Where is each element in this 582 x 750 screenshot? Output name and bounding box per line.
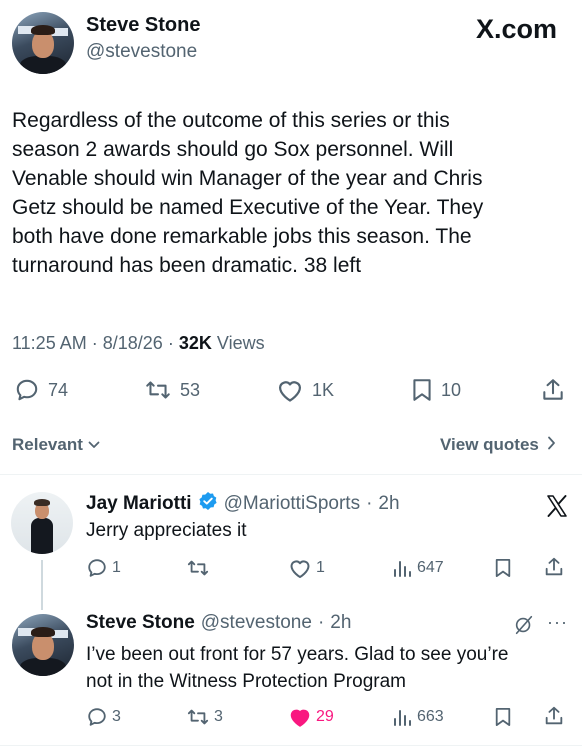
tweet-meta: 11:25 AM · 8/18/26 · 32K Views: [12, 333, 265, 354]
tweet-text-line: season 2 awards should go Sox personnel.…: [12, 138, 454, 161]
reply-count: 3: [112, 708, 121, 725]
reply-button[interactable]: 1: [86, 557, 121, 579]
views-count: 663: [417, 708, 444, 725]
bookmark-icon: [411, 377, 433, 403]
divider: [0, 745, 582, 746]
tweet-date[interactable]: 8/18/26: [103, 333, 163, 353]
share-icon: [543, 556, 565, 578]
repost-count: 3: [214, 708, 223, 725]
bookmark-icon: [494, 706, 512, 728]
view-quotes-label: View quotes: [440, 435, 539, 454]
bookmark-button[interactable]: 10: [411, 377, 461, 403]
divider: [0, 474, 582, 475]
views-count: 647: [417, 559, 444, 576]
heart-filled-icon: [288, 706, 312, 728]
repost-icon: [186, 557, 210, 579]
reply-text: Jerry appreciates it: [86, 520, 247, 541]
meta-separator: ·: [167, 333, 174, 353]
tweet-text-line: Getz should be named Executive of the Ye…: [12, 196, 484, 219]
reply-author-name[interactable]: Steve Stone: [86, 612, 195, 634]
author-handle[interactable]: @stevestone: [86, 41, 197, 63]
reply-text: I’ve been out front for 57 years. Glad t…: [86, 641, 576, 695]
chevron-right-icon: [547, 435, 556, 455]
x-logo: X.com: [476, 14, 558, 44]
meta-separator: ·: [317, 612, 325, 633]
reply-age[interactable]: 2h: [330, 612, 351, 634]
author-name[interactable]: Steve Stone: [86, 14, 200, 37]
repost-button[interactable]: 53: [144, 377, 200, 403]
reply-age[interactable]: 2h: [378, 493, 399, 515]
views-button[interactable]: 663: [392, 706, 444, 728]
repost-button[interactable]: 3: [186, 706, 223, 728]
heart-icon: [276, 377, 304, 403]
more-options-icon[interactable]: ···: [547, 612, 568, 633]
chevron-down-icon: [88, 435, 100, 455]
reply-icon: [14, 377, 40, 403]
reply-header: Steve Stone @stevestone · 2h: [86, 612, 351, 634]
reply-text-line: not in the Witness Protection Program: [86, 671, 406, 692]
reply-button[interactable]: 74: [14, 377, 68, 403]
like-button[interactable]: 1: [288, 557, 325, 579]
bookmark-icon: [494, 557, 512, 579]
like-button[interactable]: 29: [288, 706, 334, 728]
bookmark-button[interactable]: [494, 706, 512, 728]
repost-icon: [186, 706, 210, 728]
like-button[interactable]: 1K: [276, 377, 334, 403]
views-label: Views: [216, 333, 265, 353]
bookmark-button[interactable]: [494, 557, 512, 579]
tweet-text-line: Regardless of the outcome of this series…: [12, 109, 450, 132]
tweet-time[interactable]: 11:25 AM: [12, 333, 87, 353]
like-count: 29: [316, 708, 334, 725]
bookmark-count: 10: [441, 379, 462, 400]
tweet-text-line: turnaround has been dramatic. 38 left: [12, 254, 362, 277]
reply-count: 74: [48, 379, 69, 400]
analytics-icon: [392, 706, 412, 728]
views-count: 32K: [178, 333, 212, 353]
view-quotes-link[interactable]: View quotes: [440, 435, 556, 455]
like-count: 1K: [312, 379, 335, 400]
reply-button[interactable]: 3: [86, 706, 121, 728]
repost-count: 53: [180, 379, 201, 400]
reply-author-handle[interactable]: @MariottiSports: [224, 493, 361, 515]
sort-relevant-dropdown[interactable]: Relevant: [12, 435, 100, 455]
repost-button[interactable]: [186, 557, 214, 579]
verified-badge-icon: [198, 491, 218, 517]
analytics-icon: [392, 557, 412, 579]
reply-avatar[interactable]: [12, 614, 74, 676]
like-count: 1: [316, 559, 325, 576]
reply-author-handle[interactable]: @stevestone: [201, 612, 312, 634]
share-button[interactable]: [540, 377, 566, 403]
tweet-text: Regardless of the outcome of this series…: [12, 106, 572, 280]
tweet-text-line: Venable should win Manager of the year a…: [12, 167, 483, 190]
reply-count: 1: [112, 559, 121, 576]
grok-icon[interactable]: [513, 614, 535, 641]
views-button[interactable]: 647: [392, 557, 444, 579]
reply-header: Jay Mariotti @MariottiSports · 2h: [86, 491, 400, 517]
reply-avatar[interactable]: [11, 492, 73, 554]
heart-icon: [288, 557, 312, 579]
share-icon: [540, 377, 566, 403]
reply-author-name[interactable]: Jay Mariotti: [86, 493, 192, 515]
meta-separator: ·: [366, 493, 373, 514]
author-avatar[interactable]: [12, 12, 74, 74]
sort-relevant-label: Relevant: [12, 435, 83, 454]
repost-icon: [144, 377, 172, 403]
meta-separator: ·: [91, 333, 98, 353]
reply-icon: [86, 706, 108, 728]
grok-x-icon[interactable]: [545, 494, 569, 523]
reply-text-line: I’ve been out front for 57 years. Glad t…: [86, 644, 509, 665]
thread-connector: [41, 560, 43, 610]
tweet-text-line: both have done remarkable jobs this seas…: [12, 225, 472, 248]
share-button[interactable]: [543, 556, 565, 578]
share-button[interactable]: [543, 705, 565, 727]
reply-icon: [86, 557, 108, 579]
share-icon: [543, 705, 565, 727]
